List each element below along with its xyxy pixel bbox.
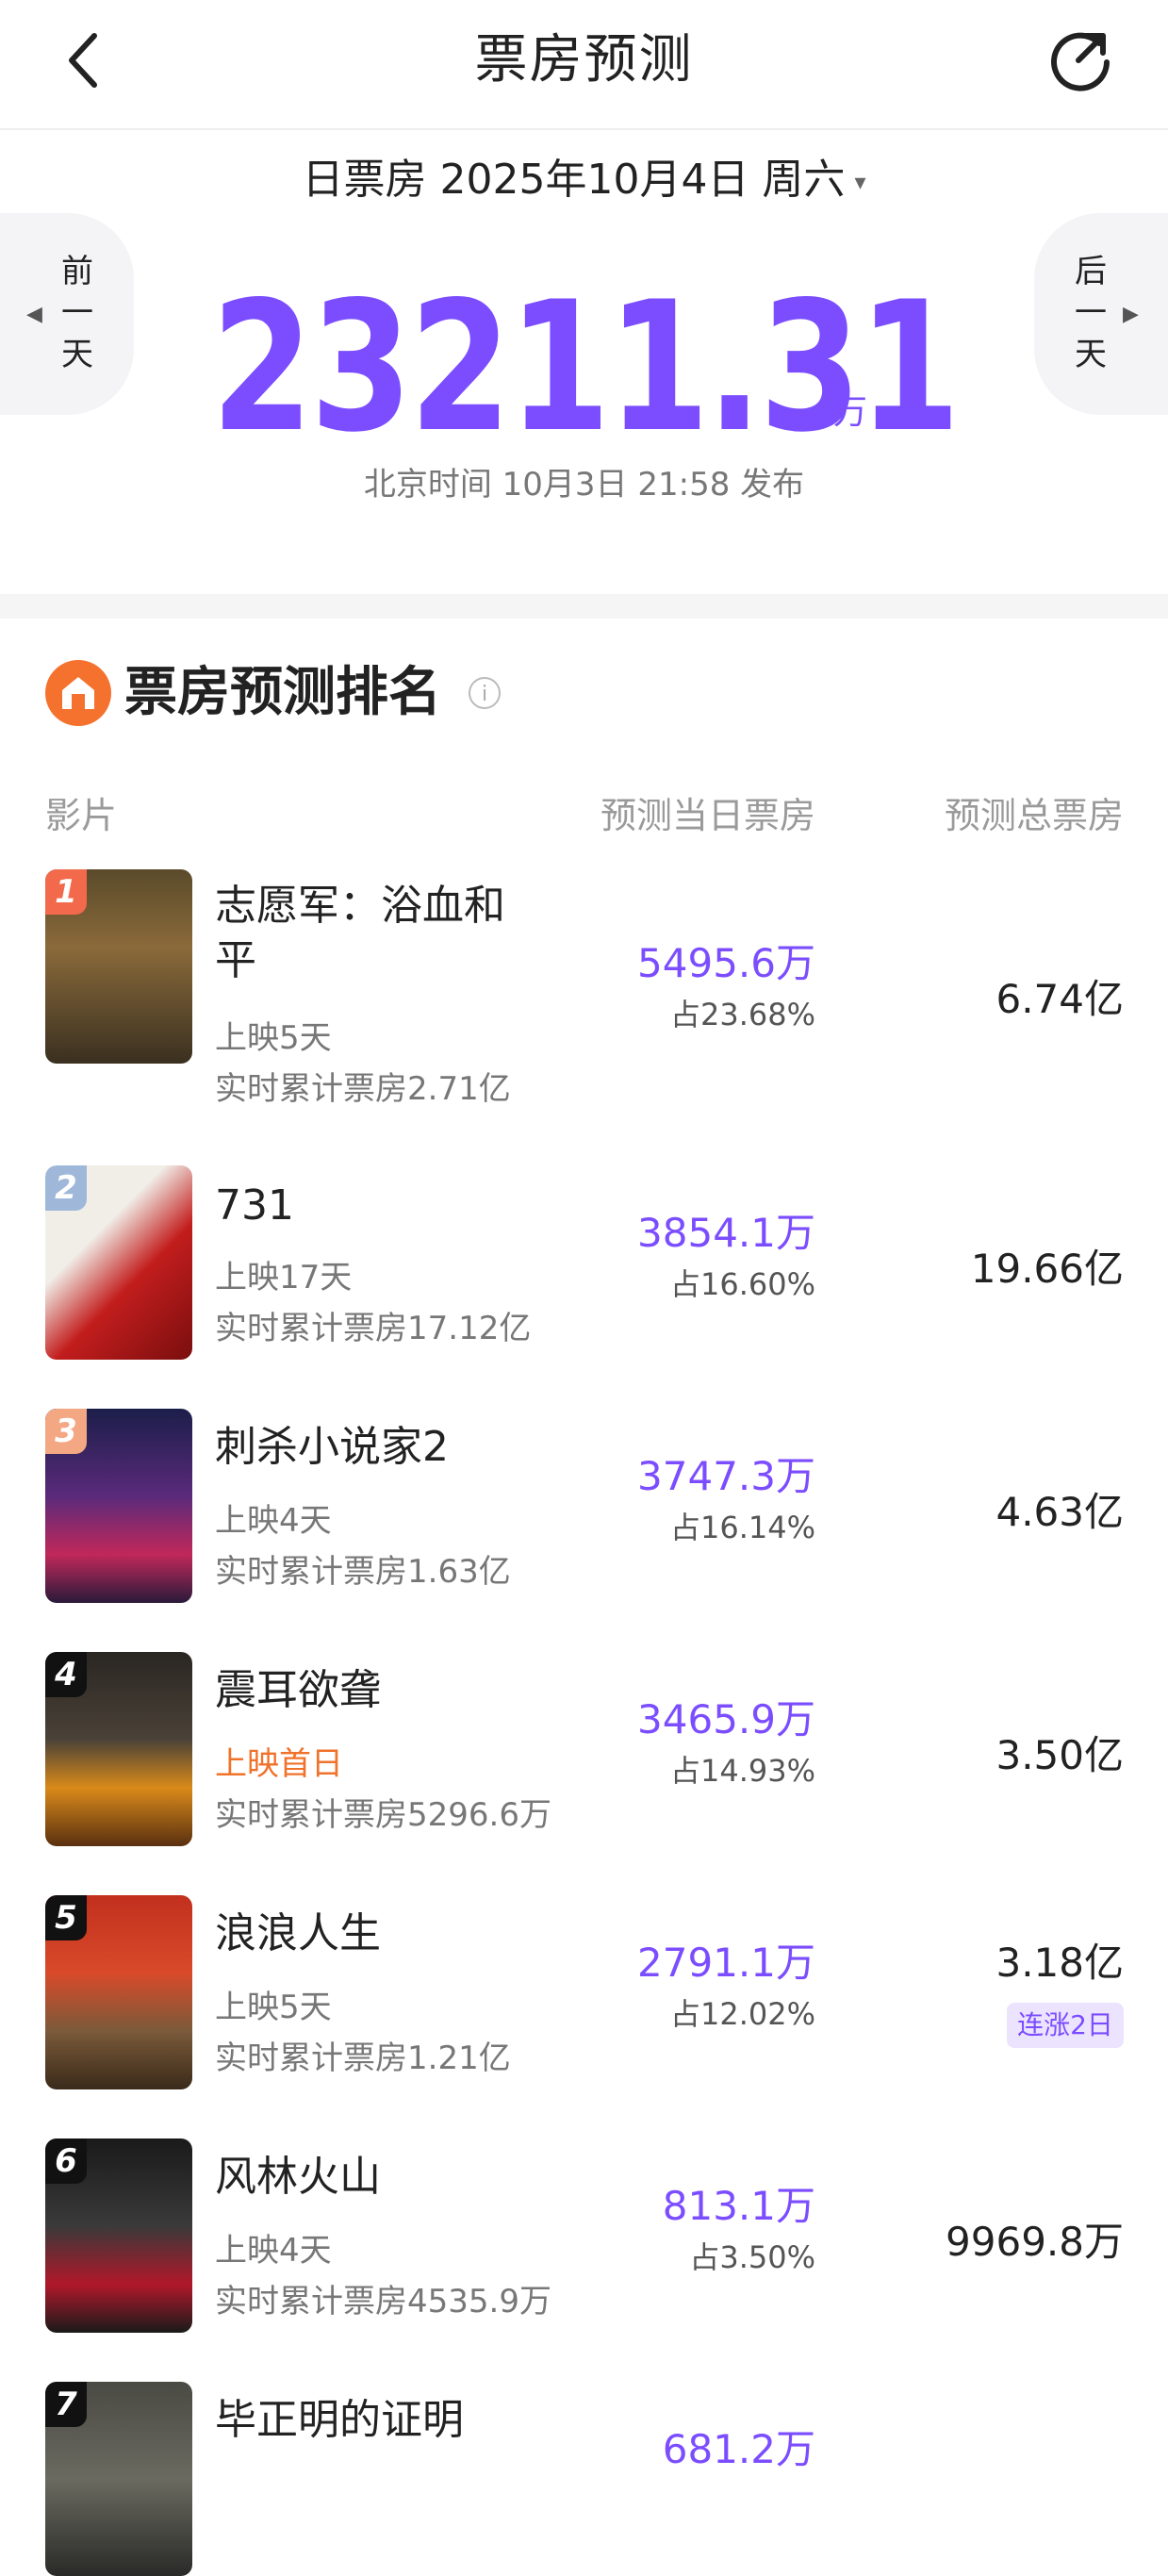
- rank-badge: 1: [45, 869, 87, 915]
- day-share: 占16.14%: [669, 1510, 815, 1545]
- day-share: 占12.02%: [669, 1996, 815, 2032]
- day-box-office: 3747.3万: [637, 1453, 815, 1499]
- total-box-office-forecast: 3.50亿: [995, 1732, 1124, 1778]
- film-poster: 7: [45, 2382, 192, 2576]
- release-days: 上映5天: [215, 1019, 332, 1057]
- cumulative-box-office: 实时累计票房4535.9万: [215, 2283, 551, 2320]
- film-title: 浪浪人生: [215, 1909, 381, 1957]
- page-title: 票房预测: [474, 29, 694, 91]
- rank-badge: 2: [45, 1165, 87, 1211]
- column-header-film: 影片: [45, 795, 118, 836]
- day-share: 占16.60%: [669, 1266, 815, 1302]
- total-box-office-forecast: 9969.8万: [946, 2219, 1124, 2265]
- film-title: 风林火山: [215, 2153, 381, 2201]
- share-refresh-icon: [1051, 32, 1110, 91]
- date-selector[interactable]: 日票房 2025年10月4日 周六 ▾: [0, 149, 1168, 211]
- release-days: 上映4天: [215, 1502, 332, 1540]
- release-days: 上映5天: [215, 1989, 332, 2026]
- total-box-office-forecast: 6.74亿: [995, 976, 1124, 1022]
- rank-badge: 4: [45, 1652, 87, 1697]
- film-poster: 1: [45, 869, 192, 1064]
- column-header-day-box-office[interactable]: 预测当日票房: [528, 792, 815, 839]
- film-title: 毕正明的证明: [215, 2396, 464, 2444]
- total-box-office-forecast: 4.63亿: [995, 1489, 1124, 1535]
- dropdown-caret-icon: ▾: [854, 169, 866, 195]
- day-box-office: 5495.6万: [637, 940, 815, 986]
- ranking-title: 票房预测排名: [124, 662, 441, 723]
- rank-badge: 5: [45, 1895, 87, 1940]
- total-box-office-value: 23211.31: [210, 263, 961, 471]
- day-box-office: 2791.1万: [637, 1940, 815, 1986]
- cumulative-box-office: 实时累计票房2.71亿: [215, 1070, 511, 1108]
- share-button[interactable]: [1045, 23, 1116, 94]
- film-poster: 6: [45, 2138, 192, 2333]
- release-days: 上映17天: [215, 1259, 353, 1296]
- film-poster: 5: [45, 1895, 192, 2089]
- total-box-office-unit: 万: [833, 393, 868, 432]
- section-divider: [0, 594, 1168, 619]
- rank-badge: 6: [45, 2138, 87, 2184]
- release-days: 上映首日: [215, 1745, 343, 1783]
- info-icon[interactable]: i: [469, 677, 501, 709]
- day-box-office: 3465.9万: [637, 1696, 815, 1742]
- total-box-office: 23211.31: [0, 273, 1168, 462]
- box-office-logo-icon: [45, 660, 111, 726]
- cumulative-box-office: 实时累计票房17.12亿: [215, 1310, 532, 1347]
- total-box-office-forecast: 3.18亿: [995, 1940, 1124, 1986]
- cumulative-box-office: 实时累计票房1.63亿: [215, 1553, 511, 1591]
- day-box-office: 3854.1万: [637, 1210, 815, 1256]
- day-share: 占23.68%: [669, 997, 815, 1032]
- column-header-total-box-office[interactable]: 预测总票房: [830, 792, 1124, 839]
- cumulative-box-office: 实时累计票房1.21亿: [215, 2039, 511, 2077]
- rank-badge: 7: [45, 2382, 87, 2427]
- film-title: 志愿军：浴血和平: [215, 882, 505, 984]
- film-title: 震耳欲聋: [215, 1666, 381, 1714]
- publish-time: 北京时间 10月3日 21:58 发布: [363, 466, 805, 504]
- film-poster: 3: [45, 1409, 192, 1603]
- release-days: 上映4天: [215, 2232, 332, 2270]
- top-bar: 票房预测: [0, 0, 1168, 130]
- trend-badge: 连涨2日: [1007, 2003, 1124, 2048]
- day-share: 占14.93%: [669, 1753, 815, 1789]
- cumulative-box-office: 实时累计票房5296.6万: [215, 1796, 551, 1834]
- film-poster: 4: [45, 1652, 192, 1846]
- day-box-office: 813.1万: [662, 2183, 815, 2229]
- film-poster: 2: [45, 1165, 192, 1360]
- day-share: 占3.50%: [689, 2239, 815, 2275]
- film-title: 刺杀小说家2: [215, 1423, 449, 1471]
- rank-badge: 3: [45, 1409, 87, 1454]
- film-title: 731: [215, 1181, 294, 1230]
- total-box-office-forecast: 19.66亿: [970, 1246, 1124, 1292]
- date-label: 日票房 2025年10月4日 周六: [302, 156, 846, 204]
